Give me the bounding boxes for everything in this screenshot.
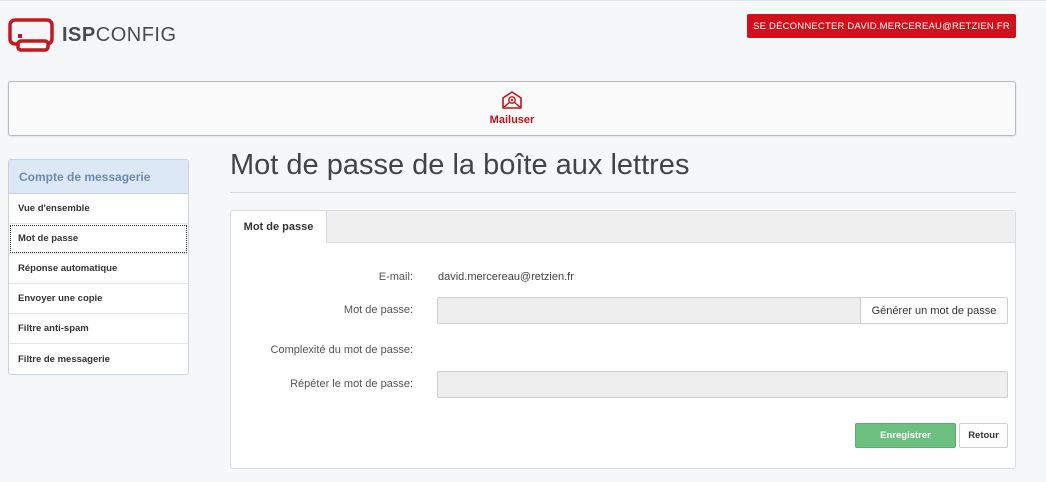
email-value: david.mercereau@retzien.fr [438, 271, 574, 283]
complexity-label: Complexité du mot de passe: [270, 344, 413, 356]
logo-wordmark-light: CONFIG [95, 23, 177, 46]
repeat-password-input[interactable] [437, 371, 1008, 398]
sidebar-item-send-copy[interactable]: Envoyer une copie [9, 284, 188, 314]
sidebar-item-overview[interactable]: Vue d'ensemble [9, 194, 188, 224]
password-input[interactable] [437, 297, 861, 324]
back-button[interactable]: Retour [959, 423, 1008, 448]
logo-wordmark: ISPCONFIG [62, 24, 177, 47]
page-title: Mot de passe de la boîte aux lettres [230, 149, 690, 181]
logout-button[interactable]: SE DÉCONNECTER DAVID.MERCEREAU@RETZIEN.F… [747, 14, 1016, 38]
title-divider [230, 192, 1016, 193]
isp-config-logo[interactable]: ISPCONFIG [8, 16, 177, 54]
sidebar-item-mailfilter[interactable]: Filtre de messagerie [9, 344, 188, 374]
module-tab-mailuser[interactable]: Mailuser [479, 90, 545, 132]
sidebar-item-spamfilter[interactable]: Filtre anti-spam [9, 314, 188, 344]
generate-password-button[interactable]: Générer un mot de passe [860, 297, 1008, 324]
envelope-at-icon [502, 91, 522, 109]
form-panel: Mot de passe E-mail: david.mercereau@ret… [230, 210, 1016, 469]
sidebar-heading: Compte de messagerie [9, 160, 188, 194]
sidebar-item-password[interactable]: Mot de passe [9, 224, 188, 254]
monitor-logo-icon [8, 18, 54, 52]
module-bar: Mailuser [8, 81, 1016, 136]
logo-wordmark-bold: ISP [62, 23, 96, 46]
panel-tab-bar: Mot de passe [231, 211, 1015, 243]
email-label: E-mail: [378, 271, 413, 283]
tab-password[interactable]: Mot de passe [231, 211, 327, 243]
sidebar: Compte de messagerie Vue d'ensemble Mot … [8, 159, 189, 375]
password-label: Mot de passe: [343, 304, 413, 316]
save-button[interactable]: Enregistrer [855, 423, 956, 448]
module-tab-label: Mailuser [489, 114, 535, 126]
sidebar-item-autoresponder[interactable]: Réponse automatique [9, 254, 188, 284]
repeat-password-label: Répéter le mot de passe: [290, 378, 413, 390]
